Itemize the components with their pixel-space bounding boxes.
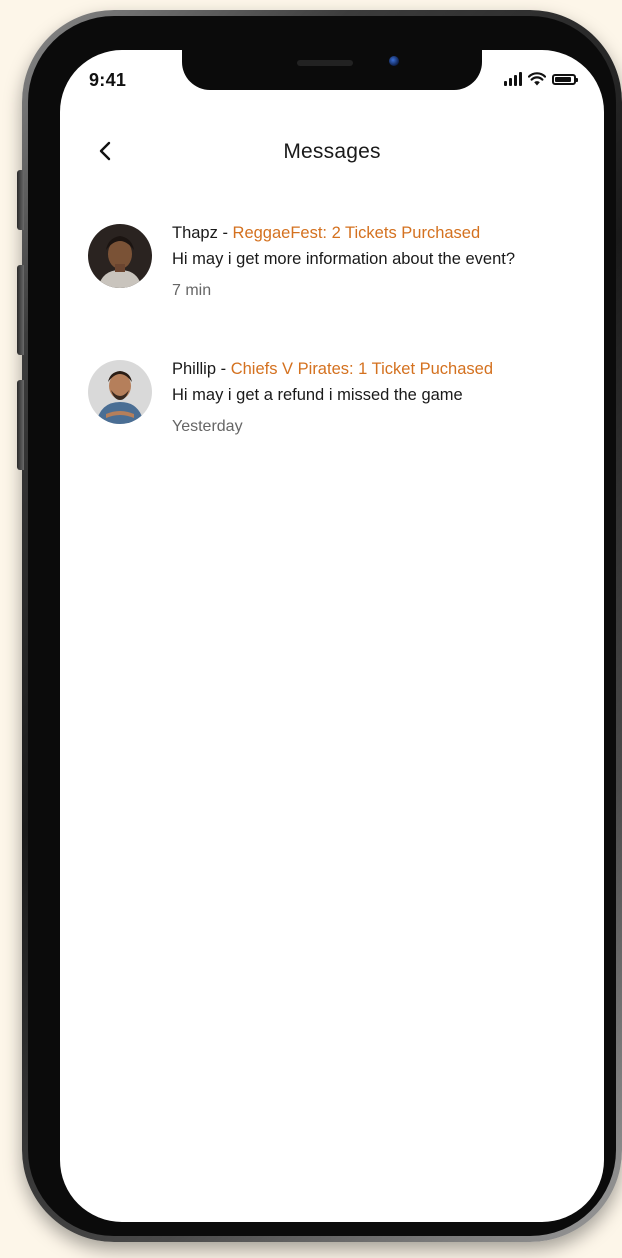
silent-switch [17,170,24,230]
sender-name: Thapz [172,224,218,242]
status-time: 9:41 [89,70,127,90]
message-content: Thapz - ReggaeFest: 2 Tickets Purchased … [172,220,562,340]
sender-name: Phillip [172,360,217,378]
event-label: ReggaeFest: 2 Tickets Purchased [232,224,481,242]
separator: - [216,360,231,378]
separator: - [217,224,233,242]
message-text: Hi may i get a refund i missed the game [172,386,463,404]
status-icons [504,70,578,86]
mockup-stage: 9:41 Messages Thapz - ReggaeFest: 2 Tick… [0,0,622,1258]
message-item[interactable]: Thapz - ReggaeFest: 2 Tickets Purchased … [60,220,604,340]
message-text: Hi may i get more information about the … [172,250,516,268]
message-list: Thapz - ReggaeFest: 2 Tickets Purchased … [60,220,604,466]
camera-icon [389,56,399,66]
event-label: Chiefs V Pirates: 1 Ticket Puchased [230,360,493,378]
avatar [88,224,152,288]
battery-icon [552,74,578,85]
avatar [88,360,152,424]
message-time: Yesterday [172,418,243,435]
message-time: 7 min [172,282,212,299]
header: Messages [60,130,604,180]
volume-up-button [17,265,24,355]
phone-screen: 9:41 Messages Thapz - ReggaeFest: 2 Tick… [60,50,604,1222]
cellular-signal-icon [504,72,522,86]
volume-down-button [17,380,24,470]
message-item[interactable]: Phillip - Chiefs V Pirates: 1 Ticket Puc… [60,356,604,466]
sender-line: Phillip - Chiefs V Pirates: 1 Ticket Puc… [172,356,562,382]
wifi-icon [528,72,546,86]
message-content: Phillip - Chiefs V Pirates: 1 Ticket Puc… [172,356,562,466]
speaker-grille [297,60,353,66]
notch [182,50,482,90]
sender-line: Thapz - ReggaeFest: 2 Tickets Purchased [172,220,562,246]
page-title: Messages [283,140,381,163]
